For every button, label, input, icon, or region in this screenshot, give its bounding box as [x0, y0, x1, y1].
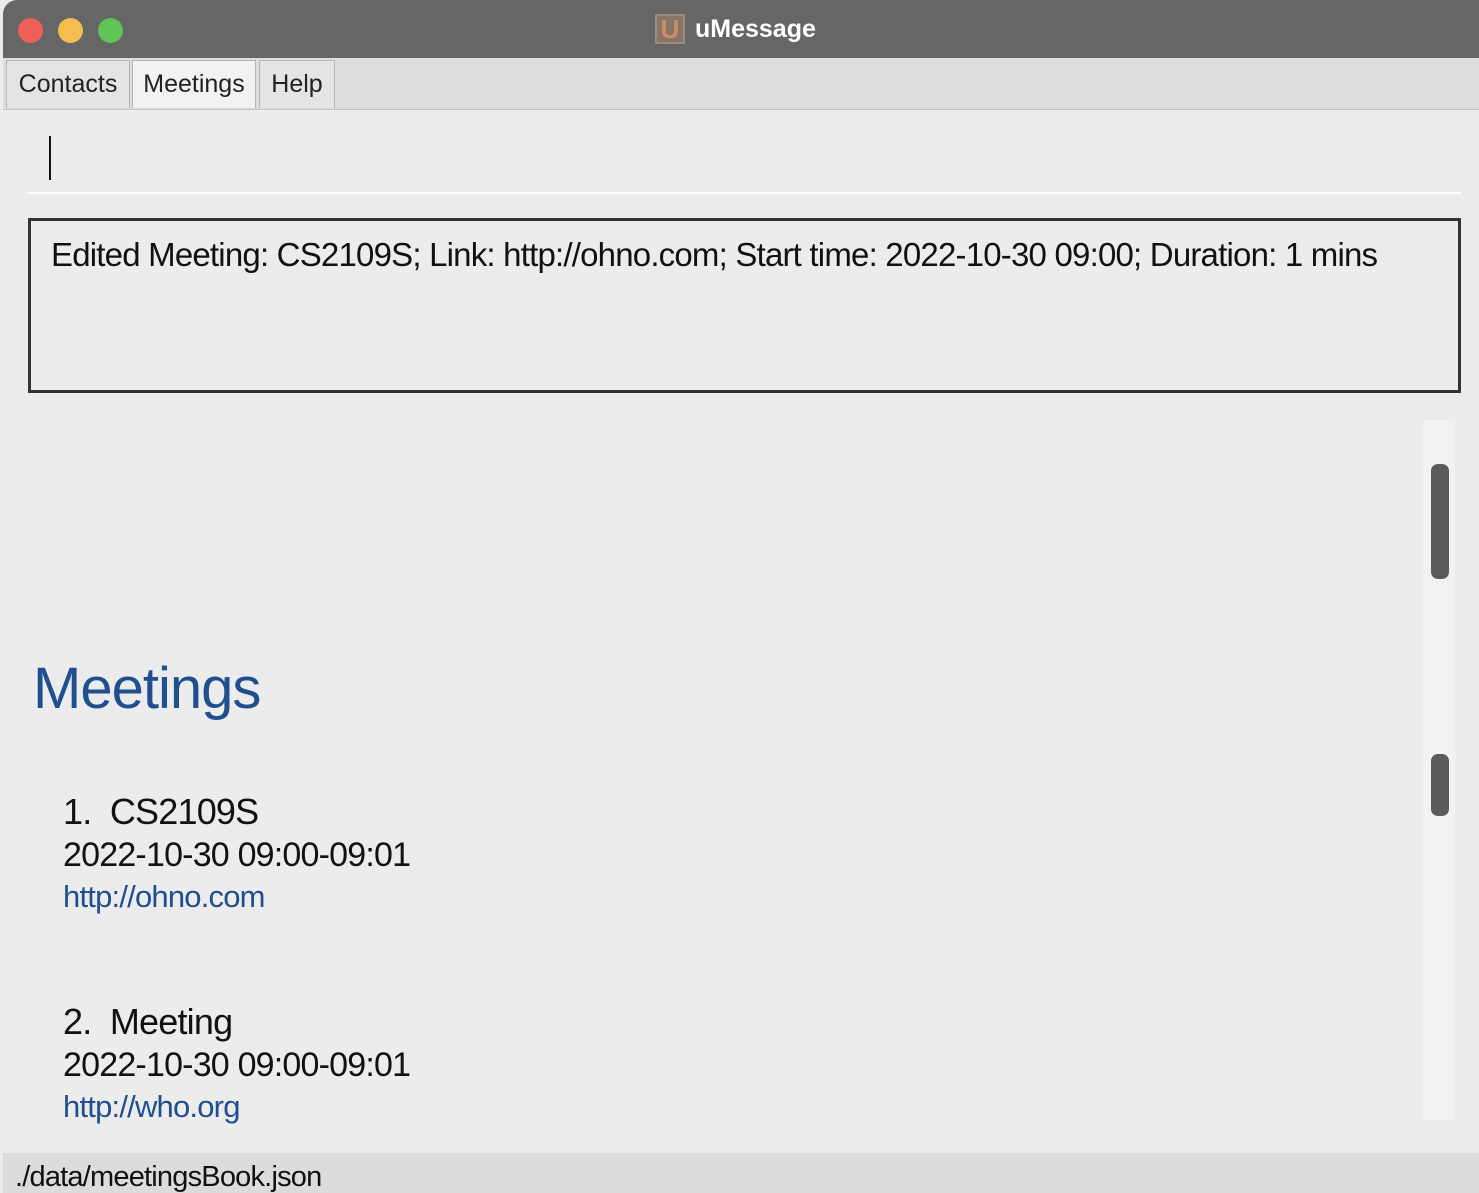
panel-scrollbar-thumb[interactable] [1431, 464, 1449, 579]
list-scrollbar-thumb[interactable] [1431, 754, 1449, 816]
tab-help[interactable]: Help [259, 60, 335, 108]
meetings-heading: Meetings [33, 656, 261, 721]
app-window: U uMessage Contacts Meetings Help Edited… [3, 0, 1479, 1193]
title-bar: U uMessage [3, 0, 1479, 58]
text-caret [49, 136, 51, 180]
tab-contacts[interactable]: Contacts [6, 60, 130, 108]
meeting-title-row: 1. CS2109S [63, 790, 410, 834]
meeting-title: Meeting [109, 1001, 233, 1042]
close-window-button[interactable] [18, 18, 43, 43]
meeting-time: 2022-10-30 09:00-09:01 [63, 1046, 411, 1084]
window-title: uMessage [695, 14, 816, 43]
result-display: Edited Meeting: CS2109S; Link: http://oh… [28, 218, 1461, 393]
meeting-title: CS2109S [109, 791, 259, 832]
meeting-title-row: 2. Meeting [63, 1000, 410, 1044]
maximize-window-button[interactable] [98, 18, 123, 43]
command-input[interactable] [28, 118, 1461, 194]
tab-meetings[interactable]: Meetings [132, 60, 256, 108]
meeting-link[interactable]: http://ohno.com [63, 876, 410, 918]
tab-bar: Contacts Meetings Help [3, 58, 1479, 110]
window-title-group: U uMessage [655, 12, 816, 46]
meeting-card[interactable]: 1. CS2109S 2022-10-30 09:00-09:01 http:/… [63, 790, 411, 918]
data-file-path: ./data/meetingsBook.json [15, 1161, 322, 1193]
meeting-link[interactable]: http://who.org [63, 1086, 410, 1128]
meeting-index: 2. [63, 1001, 92, 1042]
minimize-window-button[interactable] [58, 18, 83, 43]
meeting-index: 1. [63, 791, 92, 832]
status-bar: ./data/meetingsBook.json [3, 1153, 1479, 1193]
meeting-card[interactable]: 2. Meeting 2022-10-30 09:00-09:01 http:/… [63, 1000, 411, 1128]
meeting-time: 2022-10-30 09:00-09:01 [63, 836, 411, 874]
app-logo-icon: U [655, 14, 685, 44]
